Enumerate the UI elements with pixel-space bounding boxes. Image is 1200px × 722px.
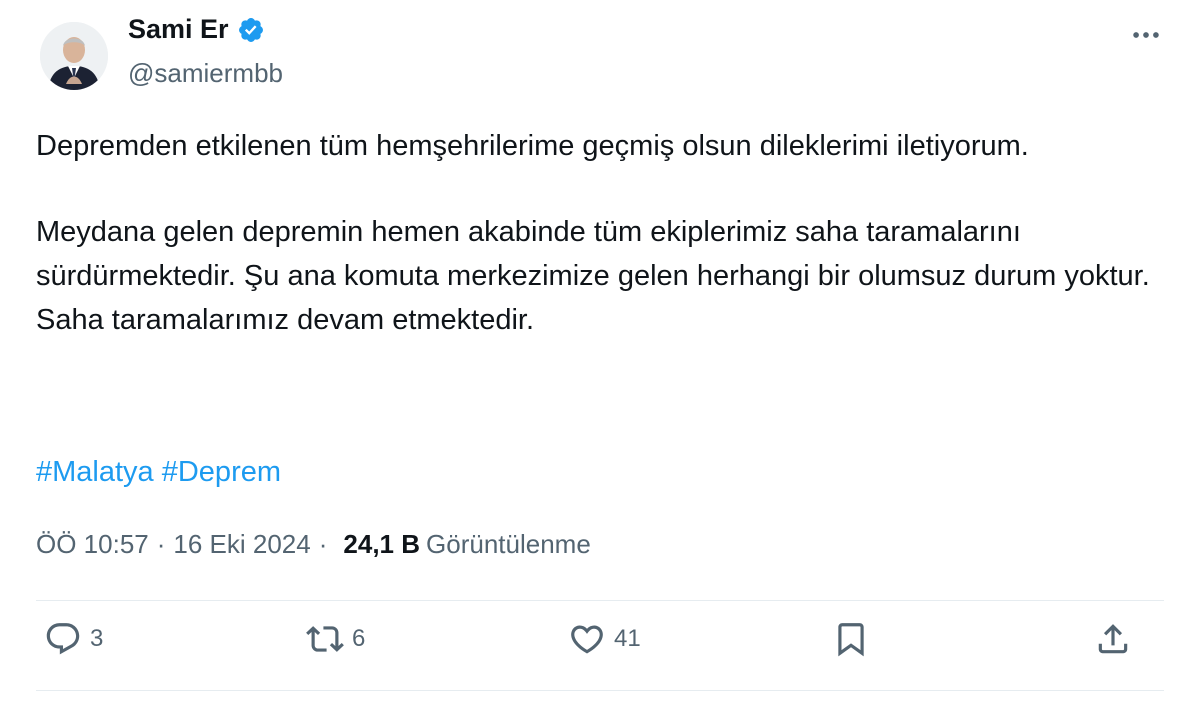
- bookmark-icon: [838, 623, 864, 657]
- tweet-meta: ÖÖ 10:57 · 16 Eki 2024 · 24,1 B Görüntül…: [36, 524, 591, 564]
- views-count: 24,1 B: [343, 529, 421, 559]
- author-name-text: Sami Er: [128, 14, 229, 44]
- avatar[interactable]: [40, 22, 108, 90]
- tweet-date[interactable]: 16 Eki 2024: [173, 524, 310, 564]
- views-label: Görüntülenme: [426, 529, 591, 559]
- meta-separator: ·: [156, 529, 166, 559]
- share-icon: [1098, 624, 1128, 654]
- hashtag-malatya[interactable]: #Malatya: [36, 456, 154, 488]
- reply-button[interactable]: 3: [44, 620, 103, 658]
- like-count: 41: [614, 625, 641, 652]
- tweet-time[interactable]: ÖÖ 10:57: [36, 524, 149, 564]
- bookmark-button[interactable]: [832, 620, 870, 658]
- reply-icon: [46, 623, 80, 655]
- tweet-text: Depremden etkilenen tüm hemşehrilerime g…: [36, 124, 1156, 342]
- tweet-paragraph-1: Depremden etkilenen tüm hemşehrilerime g…: [36, 130, 1029, 162]
- profile-photo-icon: [40, 22, 108, 90]
- tweet-paragraph-2: Meydana gelen depremin hemen akabinde tü…: [36, 216, 1150, 336]
- like-button[interactable]: 41: [568, 620, 641, 658]
- share-button[interactable]: [1094, 620, 1132, 658]
- verified-badge-icon: [238, 17, 263, 42]
- divider-top: [36, 600, 1164, 601]
- reply-count: 3: [90, 625, 104, 652]
- action-bar: 3 6 41: [0, 612, 1200, 682]
- like-icon: [571, 625, 603, 654]
- author-handle[interactable]: @samiermbb: [128, 58, 283, 89]
- retweet-button[interactable]: 6: [306, 620, 365, 658]
- hashtags: #Malatya #Deprem: [36, 450, 281, 494]
- retweet-icon: [306, 626, 344, 652]
- more-options-button[interactable]: [1126, 18, 1166, 52]
- more-icon: [1133, 32, 1159, 38]
- hashtag-deprem[interactable]: #Deprem: [162, 456, 281, 488]
- meta-separator-2: ·: [318, 529, 328, 559]
- tweet-card: Sami Er @samiermbb Depremden etkilenen t…: [0, 0, 1200, 722]
- retweet-count: 6: [352, 625, 366, 652]
- author-name[interactable]: Sami Er: [128, 14, 265, 45]
- divider-bottom: [36, 690, 1164, 691]
